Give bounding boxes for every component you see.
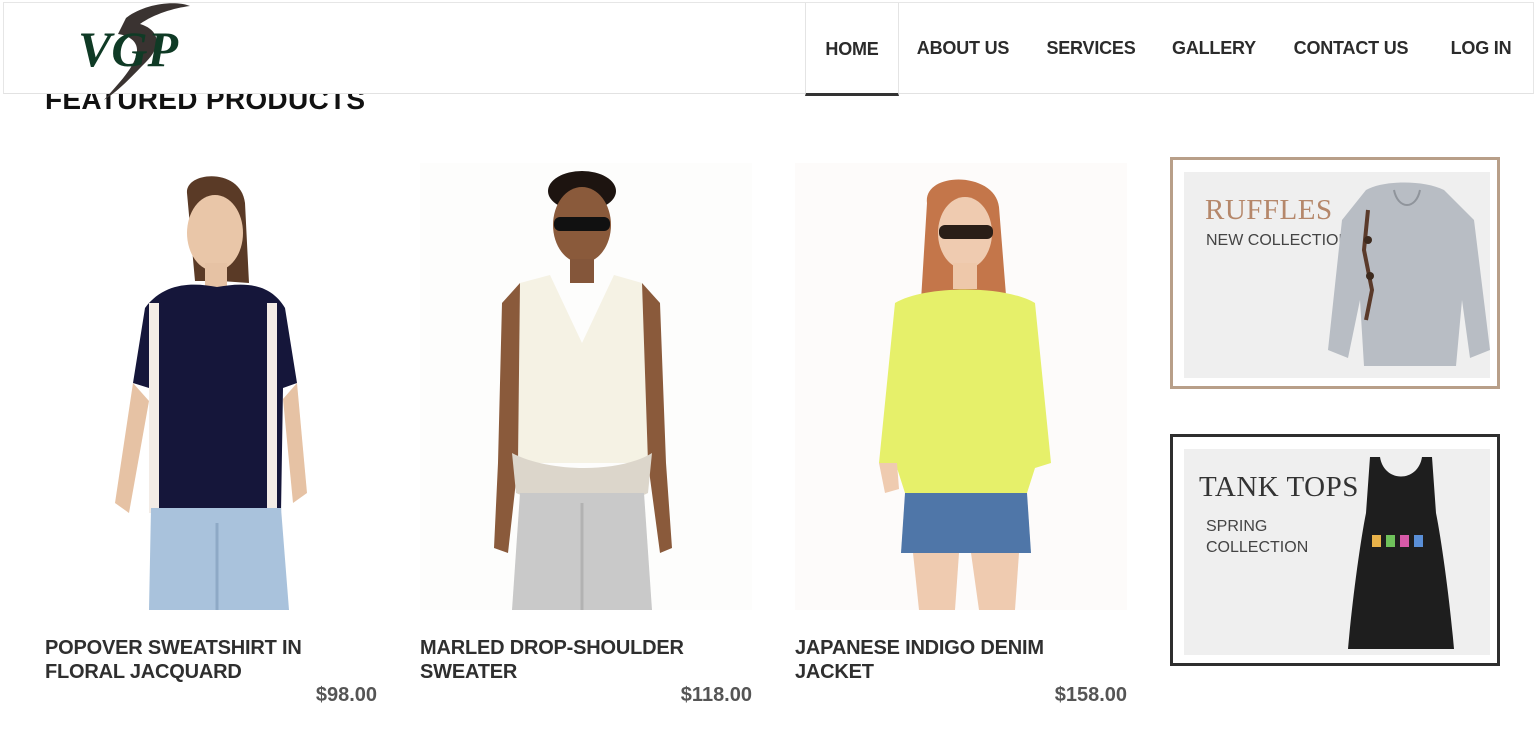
banner-tank-tops[interactable]: TANK TOPS SPRING COLLECTION bbox=[1170, 434, 1500, 666]
product-image[interactable] bbox=[420, 163, 752, 610]
nav-contact-us[interactable]: CONTACT US bbox=[1273, 3, 1429, 94]
tank-top-illustration bbox=[1348, 457, 1454, 649]
banner-image: TANK TOPS SPRING COLLECTION bbox=[1184, 449, 1490, 655]
banner-image: RUFFLES NEW COLLECTION bbox=[1184, 172, 1490, 378]
product-card[interactable]: MARLED DROP-SHOULDER SWEATER $118.00 bbox=[420, 163, 752, 706]
banner-title: RUFFLES bbox=[1205, 194, 1333, 226]
nav-services[interactable]: SERVICES bbox=[1027, 3, 1155, 94]
main-nav: HOME ABOUT US SERVICES GALLERY CONTACT U… bbox=[805, 3, 1533, 96]
product-card[interactable]: POPOVER SWEATSHIRT IN FLORAL JACQUARD $9… bbox=[45, 163, 377, 706]
product-image[interactable] bbox=[795, 163, 1127, 610]
banner-title: TANK TOPS bbox=[1199, 471, 1359, 503]
blouse-illustration bbox=[1328, 182, 1490, 366]
banner-ruffles[interactable]: RUFFLES NEW COLLECTION bbox=[1170, 157, 1500, 389]
product-name[interactable]: MARLED DROP-SHOULDER SWEATER bbox=[420, 636, 752, 684]
nav-home[interactable]: HOME bbox=[805, 3, 899, 96]
product-price: $158.00 bbox=[1054, 684, 1127, 706]
site-header: HOME ABOUT US SERVICES GALLERY CONTACT U… bbox=[3, 2, 1534, 96]
product-name[interactable]: JAPANESE INDIGO DENIM JACKET bbox=[795, 636, 1127, 684]
product-image[interactable] bbox=[45, 163, 377, 610]
svg-text:VGP: VGP bbox=[78, 21, 178, 77]
banner-subtitle-line2: COLLECTION bbox=[1206, 539, 1309, 556]
product-price: $98.00 bbox=[315, 684, 377, 706]
banner-subtitle-line1: SPRING bbox=[1206, 518, 1268, 535]
site-logo[interactable]: VGP bbox=[74, 0, 214, 104]
product-name[interactable]: POPOVER SWEATSHIRT IN FLORAL JACQUARD bbox=[45, 636, 377, 684]
nav-log-in[interactable]: LOG IN bbox=[1429, 3, 1533, 94]
product-card[interactable]: JAPANESE INDIGO DENIM JACKET $158.00 bbox=[795, 163, 1127, 706]
nav-about-us[interactable]: ABOUT US bbox=[899, 3, 1027, 94]
nav-gallery[interactable]: GALLERY bbox=[1155, 3, 1273, 94]
product-price: $118.00 bbox=[680, 684, 752, 706]
